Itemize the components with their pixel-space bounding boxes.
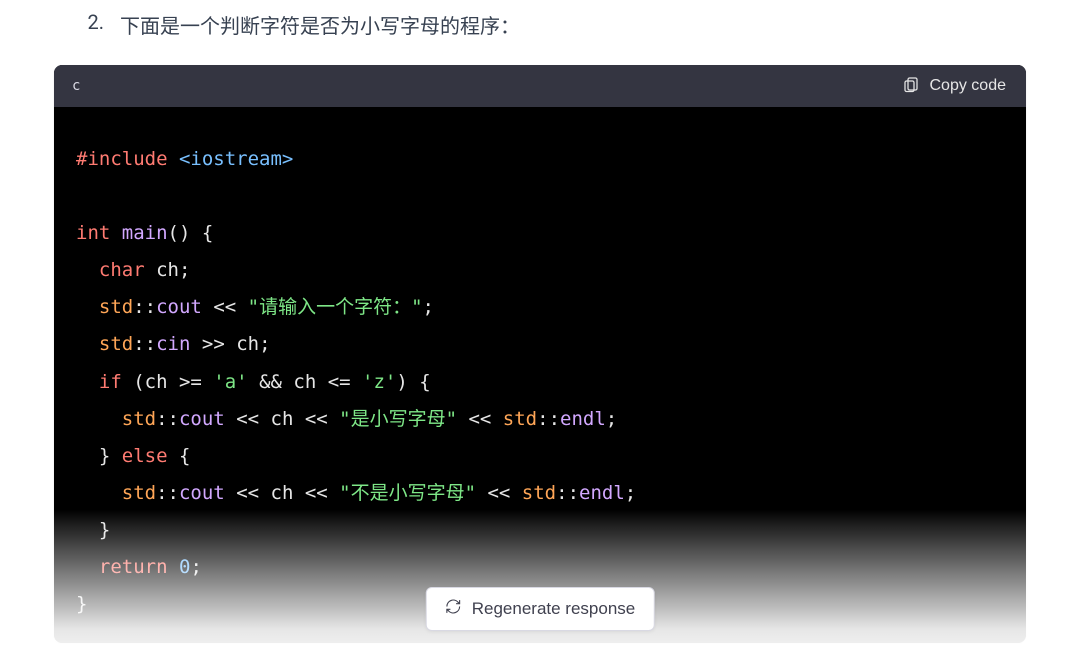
code-token: cout: [179, 482, 225, 504]
code-token: {: [202, 222, 213, 244]
code-token: endl: [560, 408, 606, 430]
regenerate-response-button[interactable]: Regenerate response: [426, 587, 655, 631]
code-token: std: [122, 482, 156, 504]
code-token: main: [122, 222, 168, 244]
code-token: "是小写字母": [339, 408, 457, 430]
code-token: }: [99, 519, 110, 541]
clipboard-icon: [902, 75, 920, 98]
code-token: #include: [76, 148, 168, 170]
code-token: cout: [179, 408, 225, 430]
copy-code-label: Copy code: [930, 77, 1007, 95]
code-language-label: c: [72, 78, 80, 94]
code-token: {: [419, 371, 430, 393]
code-token: 0: [179, 556, 190, 578]
content-area: 2. 下面是一个判断字符是否为小写字母的程序： c Copy code #inc…: [0, 0, 1080, 643]
regenerate-response-label: Regenerate response: [472, 599, 636, 619]
code-token: return: [99, 556, 168, 578]
code-token: }: [76, 593, 87, 615]
code-token: std: [99, 296, 133, 318]
code-token: {: [179, 445, 190, 467]
question-text: 下面是一个判断字符是否为小写字母的程序：: [120, 10, 520, 39]
code-token: endl: [579, 482, 625, 504]
copy-code-button[interactable]: Copy code: [900, 71, 1009, 102]
code-token: "不是小写字母": [339, 482, 476, 504]
code-token: "请输入一个字符：": [248, 296, 423, 318]
code-token: 'z': [362, 371, 396, 393]
question-number: 2.: [80, 10, 104, 39]
code-token: std: [122, 408, 156, 430]
code-token: std: [522, 482, 556, 504]
code-token: cin: [156, 333, 190, 355]
code-content[interactable]: #include <iostream> int main() { char ch…: [54, 107, 1026, 643]
code-token: <iostream>: [179, 148, 293, 170]
code-token: std: [99, 333, 133, 355]
code-token: }: [99, 445, 110, 467]
code-token: (): [168, 222, 191, 244]
code-token: if: [99, 371, 122, 393]
code-token: char: [99, 259, 145, 281]
question-line: 2. 下面是一个判断字符是否为小写字母的程序：: [40, 10, 1040, 39]
refresh-icon: [445, 598, 462, 620]
code-header: c Copy code: [54, 65, 1026, 107]
code-token: std: [503, 408, 537, 430]
code-token: 'a': [213, 371, 247, 393]
code-block: c Copy code #include <iostream> int main…: [54, 65, 1026, 643]
code-token: else: [122, 445, 168, 467]
code-token: int: [76, 222, 110, 244]
code-token: cout: [156, 296, 202, 318]
